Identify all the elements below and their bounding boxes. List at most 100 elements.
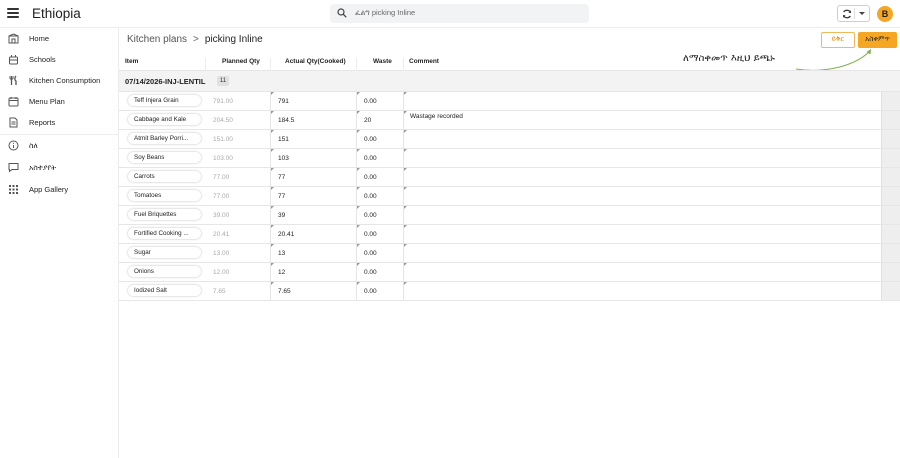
actual-qty-cell[interactable]: 151 xyxy=(270,130,356,148)
sidebar-item-menu-plan[interactable]: Menu Plan xyxy=(0,92,118,112)
item-chip[interactable]: Teff Injera Grain xyxy=(128,95,201,106)
row-action-cell[interactable] xyxy=(881,206,900,224)
column-header-comment[interactable]: Comment xyxy=(409,58,439,65)
column-header-actual[interactable]: Actual Qty(Cooked) xyxy=(285,58,346,65)
comment-cell[interactable] xyxy=(403,130,881,148)
row-action-cell[interactable] xyxy=(881,244,900,262)
row-action-cell[interactable] xyxy=(881,187,900,205)
sync-icon[interactable] xyxy=(841,8,853,20)
comment-cell[interactable] xyxy=(403,168,881,186)
row-action-cell[interactable] xyxy=(881,168,900,186)
row-action-cell[interactable] xyxy=(881,149,900,167)
sidebar-item-home[interactable]: Home xyxy=(0,29,118,49)
actual-qty-cell[interactable]: 77 xyxy=(270,187,356,205)
editable-marker xyxy=(404,263,407,266)
planned-qty: 20.41 xyxy=(213,231,230,238)
actual-qty-cell[interactable]: 12 xyxy=(270,263,356,281)
comment-cell[interactable] xyxy=(403,187,881,205)
waste-cell[interactable]: 20 xyxy=(356,111,403,129)
table-row: Atmit Barley Porri... 151.00 151 0.00 xyxy=(119,130,900,149)
sidebar-item-label: Menu Plan xyxy=(29,97,65,106)
waste-cell[interactable]: 0.00 xyxy=(356,282,403,300)
waste-cell[interactable]: 0.00 xyxy=(356,92,403,110)
grid-icon xyxy=(9,185,18,194)
planned-qty: 77.00 xyxy=(213,193,230,200)
comment-cell[interactable] xyxy=(403,149,881,167)
item-chip[interactable]: Iodized Salt xyxy=(128,285,201,296)
menu-icon[interactable] xyxy=(7,8,19,18)
chevron-down-icon[interactable] xyxy=(859,12,865,15)
comment-cell[interactable] xyxy=(403,282,881,300)
comment-cell[interactable] xyxy=(403,206,881,224)
editable-marker xyxy=(271,206,274,209)
item-chip[interactable]: Sugar xyxy=(128,247,201,258)
editable-marker xyxy=(404,244,407,247)
editable-marker xyxy=(357,187,360,190)
editable-marker xyxy=(357,244,360,247)
row-action-cell[interactable] xyxy=(881,282,900,300)
actual-qty-cell[interactable]: 77 xyxy=(270,168,356,186)
table-row: Soy Beans 103.00 103 0.00 xyxy=(119,149,900,168)
actual-qty-cell[interactable]: 184.5 xyxy=(270,111,356,129)
waste-value: 0.00 xyxy=(364,269,377,276)
column-header-waste[interactable]: Waste xyxy=(373,58,392,65)
waste-cell[interactable]: 0.00 xyxy=(356,168,403,186)
sidebar-item-label: Schools xyxy=(29,55,56,64)
breadcrumb-parent[interactable]: Kitchen plans xyxy=(127,34,187,45)
search-bar[interactable]: ፈልግ picking Inline xyxy=(330,4,589,23)
sidebar-item-schools[interactable]: Schools xyxy=(0,50,118,70)
user-avatar[interactable]: B xyxy=(877,6,893,22)
item-chip[interactable]: Fortified Cooking ... xyxy=(128,228,201,239)
sidebar-item-app-gallery[interactable]: App Gallery xyxy=(0,180,118,200)
sidebar-item-about[interactable]: ስለ xyxy=(0,136,118,156)
sync-button[interactable] xyxy=(837,5,870,22)
waste-cell[interactable]: 0.00 xyxy=(356,187,403,205)
editable-marker xyxy=(404,92,407,95)
actual-qty-cell[interactable]: 791 xyxy=(270,92,356,110)
waste-cell[interactable]: 0.00 xyxy=(356,206,403,224)
column-header-item[interactable]: Item xyxy=(125,58,138,65)
waste-cell[interactable]: 0.00 xyxy=(356,225,403,243)
waste-value: 0.00 xyxy=(364,193,377,200)
actual-qty-cell[interactable]: 7.65 xyxy=(270,282,356,300)
table-row: Cabbage and Kale 204.50 184.5 20 Wastage rec… xyxy=(119,111,900,130)
comment-cell[interactable] xyxy=(403,263,881,281)
actual-qty-cell[interactable]: 39 xyxy=(270,206,356,224)
waste-cell[interactable]: 0.00 xyxy=(356,149,403,167)
actual-qty-cell[interactable]: 13 xyxy=(270,244,356,262)
item-chip[interactable]: Atmit Barley Porri... xyxy=(128,133,201,144)
row-action-cell[interactable] xyxy=(881,92,900,110)
sidebar-item-label: አስተያየት xyxy=(29,163,57,172)
column-header-planned[interactable]: Planned Qty xyxy=(222,58,260,65)
comment-cell[interactable] xyxy=(403,225,881,243)
row-action-cell[interactable] xyxy=(881,263,900,281)
sidebar-item-label: Home xyxy=(29,34,50,43)
actual-qty-cell[interactable]: 20.41 xyxy=(270,225,356,243)
row-action-cell[interactable] xyxy=(881,111,900,129)
waste-cell[interactable]: 0.00 xyxy=(356,244,403,262)
item-chip[interactable]: Soy Beans xyxy=(128,152,201,163)
table-row: Teff Injera Grain 791.00 791 0.00 xyxy=(119,92,900,111)
comment-cell[interactable] xyxy=(403,244,881,262)
item-chip[interactable]: Carrots xyxy=(128,171,201,182)
waste-cell[interactable]: 0.00 xyxy=(356,263,403,281)
group-header-row[interactable]: 07/14/2026-INJ-LENTIL 11 xyxy=(119,71,900,92)
sidebar-item-reports[interactable]: Reports xyxy=(0,113,118,133)
feedback-icon xyxy=(8,163,19,173)
actual-qty-cell[interactable]: 103 xyxy=(270,149,356,167)
item-chip[interactable]: Onions xyxy=(128,266,201,277)
comment-cell[interactable]: Wastage recorded xyxy=(403,111,881,129)
row-action-cell[interactable] xyxy=(881,225,900,243)
sidebar-item-feedback[interactable]: አስተያየት xyxy=(0,158,118,178)
actual-qty-value: 39 xyxy=(278,212,286,219)
table-row: Fuel Briquettes 39.00 39 0.00 xyxy=(119,206,900,225)
sidebar-item-kitchen-consumption[interactable]: Kitchen Consumption xyxy=(0,71,118,91)
waste-cell[interactable]: 0.00 xyxy=(356,130,403,148)
item-chip[interactable]: Tomatoes xyxy=(128,190,201,201)
search-placeholder[interactable]: ፈልግ picking Inline xyxy=(355,8,415,18)
planned-qty: 39.00 xyxy=(213,212,230,219)
comment-cell[interactable] xyxy=(403,92,881,110)
item-chip[interactable]: Fuel Briquettes xyxy=(128,209,201,220)
item-chip[interactable]: Cabbage and Kale xyxy=(128,114,201,125)
row-action-cell[interactable] xyxy=(881,130,900,148)
